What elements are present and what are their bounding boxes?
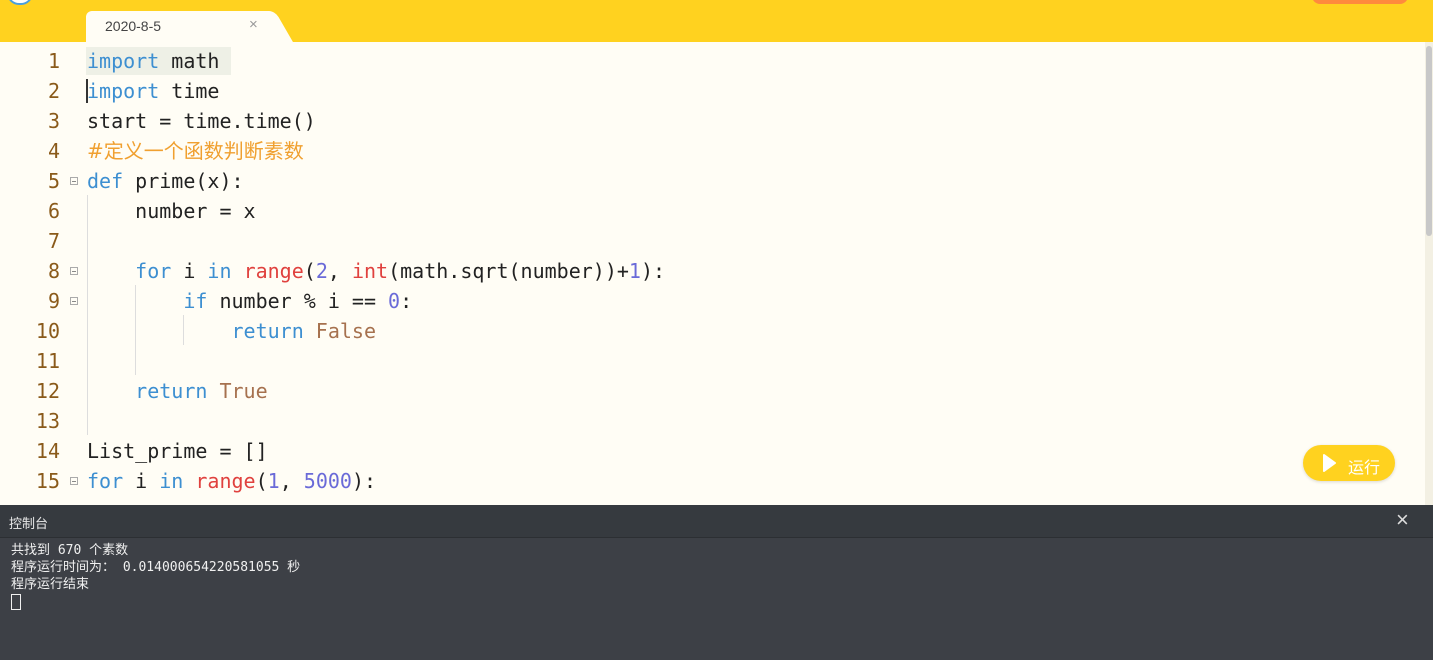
line-number: 5 xyxy=(47,169,60,193)
line-number: 4 xyxy=(47,139,60,163)
number-literal: 5000 xyxy=(303,469,352,493)
constant: False xyxy=(315,319,377,343)
line-number: 1 xyxy=(47,49,60,73)
play-icon xyxy=(1323,454,1336,472)
code-line-15[interactable]: for i in range(1, 5000): xyxy=(87,466,376,496)
code-text: , xyxy=(279,469,304,493)
code-line-6[interactable]: number = x xyxy=(87,196,256,226)
code-line-2[interactable]: import time xyxy=(87,76,219,106)
line-number: 3 xyxy=(47,109,60,133)
code-line-14[interactable]: List_prime = [] xyxy=(87,436,268,466)
run-button-label: 运行 xyxy=(1348,458,1381,477)
tab-file[interactable]: 2020-8-5 × xyxy=(86,11,264,42)
constant: True xyxy=(219,379,268,403)
terminal-cursor[interactable] xyxy=(11,593,21,610)
code-text: prime(x): xyxy=(123,169,244,193)
code-line-4[interactable]: #定义一个函数判断素数 xyxy=(87,136,304,166)
line-number: 6 xyxy=(47,199,60,223)
line-number: 15 xyxy=(35,469,60,493)
code-text: ): xyxy=(351,469,377,493)
code-line-1[interactable]: import math xyxy=(87,46,219,76)
code-text: number % i == xyxy=(207,289,389,313)
keyword: import xyxy=(87,49,160,73)
code-text: math xyxy=(159,49,220,73)
code-text: time xyxy=(159,79,220,103)
keyword: in xyxy=(159,469,184,493)
number-literal: 1 xyxy=(267,469,280,493)
builtin: range xyxy=(195,469,256,493)
number-literal: 2 xyxy=(315,259,328,283)
keyword: in xyxy=(207,259,232,283)
fold-toggle-icon[interactable] xyxy=(70,477,78,485)
line-number: 8 xyxy=(47,259,60,283)
console-line: 程序运行结束 xyxy=(11,577,90,592)
line-number: 9 xyxy=(47,289,60,313)
keyword: for xyxy=(87,469,124,493)
keyword: return xyxy=(231,319,304,343)
line-number: 13 xyxy=(35,409,60,433)
code-editor[interactable]: 1 2 3 4 5 6 7 8 9 10 11 12 13 14 15 impo… xyxy=(0,42,1425,505)
top-bar: 2020-8-5 × xyxy=(0,0,1433,42)
console-title: 控制台 xyxy=(9,517,49,532)
code-text: i xyxy=(123,469,160,493)
console-output[interactable]: 共找到 670 个素数程序运行时间为： 0.014000654220581055… xyxy=(11,542,300,610)
keyword: return xyxy=(135,379,208,403)
keyword: if xyxy=(183,289,208,313)
code-line-9[interactable]: if number % i == 0: xyxy=(87,286,412,316)
keyword: import xyxy=(87,79,160,103)
fold-toggle-icon[interactable] xyxy=(70,177,78,185)
code-text: , xyxy=(327,259,352,283)
code-text: i xyxy=(171,259,208,283)
code-line-8[interactable]: for i in range(2, int(math.sqrt(number))… xyxy=(87,256,665,286)
top-action-button[interactable] xyxy=(1312,0,1408,4)
comment: #定义一个函数判断素数 xyxy=(87,139,304,163)
code-text: ( xyxy=(303,259,316,283)
code-text: List_prime = [] xyxy=(87,439,268,463)
console-panel: 控制台 × 共找到 670 个素数程序运行时间为： 0.014000654220… xyxy=(0,505,1433,660)
code-line-10[interactable]: return False xyxy=(87,316,377,346)
fold-toggle-icon[interactable] xyxy=(70,267,78,275)
line-number: 11 xyxy=(35,349,60,373)
code-line-5[interactable]: def prime(x): xyxy=(87,166,244,196)
console-header: 控制台 × xyxy=(0,505,1433,538)
code-text: (math.sqrt(number))+ xyxy=(388,259,629,283)
line-number: 7 xyxy=(47,229,60,253)
code-text: ): xyxy=(640,259,666,283)
line-number: 10 xyxy=(35,319,60,343)
code-line-3[interactable]: start = time.time() xyxy=(87,106,316,136)
tab-label[interactable]: 2020-8-5 xyxy=(105,18,161,34)
line-number: 2 xyxy=(47,79,60,103)
run-button[interactable]: 运行 xyxy=(1303,445,1395,481)
keyword: def xyxy=(87,169,124,193)
fold-toggle-icon[interactable] xyxy=(70,297,78,305)
scrollbar-thumb[interactable] xyxy=(1426,46,1432,236)
console-line: 程序运行时间为： 0.014000654220581055 秒 xyxy=(11,560,301,575)
code-text: number = x xyxy=(87,199,256,223)
tab-close-icon[interactable]: × xyxy=(249,16,258,33)
code-text: start = time.time() xyxy=(87,109,316,133)
builtin: range xyxy=(243,259,304,283)
code-text: ( xyxy=(255,469,268,493)
keyword: for xyxy=(135,259,172,283)
console-line: 共找到 670 个素数 xyxy=(11,543,129,558)
code-text: : xyxy=(400,289,413,313)
number-literal: 0 xyxy=(388,289,401,313)
app-logo-icon[interactable] xyxy=(7,0,33,5)
builtin: int xyxy=(351,259,389,283)
number-literal: 1 xyxy=(628,259,641,283)
code-line-12[interactable]: return True xyxy=(87,376,268,406)
line-number: 12 xyxy=(35,379,60,403)
close-icon[interactable]: × xyxy=(1396,507,1409,533)
line-number: 14 xyxy=(35,439,60,463)
